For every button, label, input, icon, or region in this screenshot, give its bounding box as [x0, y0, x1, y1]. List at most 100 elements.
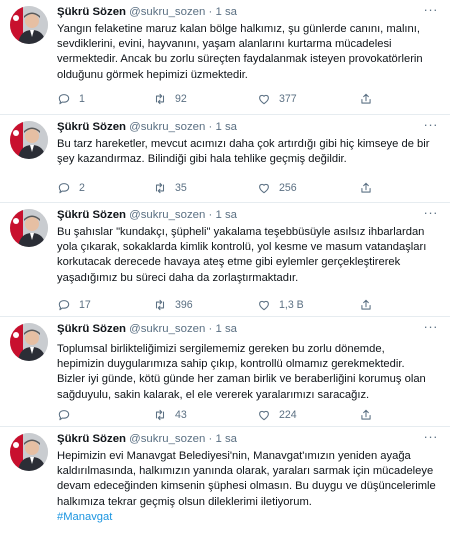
author-name[interactable]: Şükrü Sözen	[57, 209, 126, 221]
tweet-time[interactable]: 1 sa	[215, 323, 237, 335]
hashtag-link[interactable]: #Manavgat	[57, 510, 442, 525]
avatar[interactable]	[10, 121, 48, 159]
more-options-icon[interactable]: ···	[424, 205, 439, 220]
retweet-count: 35	[175, 182, 187, 194]
retweet-icon	[155, 409, 165, 421]
reply-icon	[58, 410, 70, 421]
tweet-actions: 43 224	[57, 407, 442, 423]
tweet-text-line: yaşadığımız bu süreci daha da zorlaştırm…	[57, 271, 299, 284]
tweet-time[interactable]: 1 sa	[215, 121, 237, 133]
avatar[interactable]	[10, 433, 48, 471]
tweet-text-line: Bu şahıslar "kundakçı, şüpheli" yakalama…	[57, 226, 425, 238]
tweet-actions: 17 396 1,3 B	[57, 297, 442, 313]
reply-count: 17	[79, 299, 91, 311]
author-name[interactable]: Şükrü Sözen	[57, 323, 126, 335]
tweet[interactable]: Şükrü Sözen @sukru_sozen · 1 sa ··· Yang…	[0, 0, 450, 115]
like-count: 224	[279, 409, 297, 421]
tweet[interactable]: Şükrü Sözen @sukru_sozen · 1 sa ··· Bu t…	[0, 115, 450, 203]
tweet-text: Hepimizin evi Manavgat Belediyesi'nin, M…	[57, 449, 442, 525]
retweet-button[interactable]: 396	[153, 297, 193, 313]
avatar[interactable]	[10, 6, 48, 44]
tweet-text-line: sevdiklerini, evini, hayvanını, yaşam al…	[57, 38, 392, 51]
tweet-time[interactable]: 1 sa	[215, 433, 237, 445]
share-icon	[361, 93, 371, 104]
tweet-time[interactable]: 1 sa	[215, 209, 237, 221]
share-button[interactable]	[359, 407, 373, 423]
author-handle[interactable]: @sukru_sozen	[129, 209, 205, 221]
retweet-button[interactable]: 43	[153, 407, 187, 423]
heart-icon	[259, 300, 269, 311]
reply-button[interactable]: 2	[57, 180, 85, 196]
tweet-header: Şükrü Sözen @sukru_sozen · 1 sa	[57, 323, 237, 335]
share-button[interactable]	[359, 297, 373, 313]
author-handle[interactable]: @sukru_sozen	[129, 121, 205, 133]
tweet-text-line: vermektedir. Ancak bu zorlu süreçten fay…	[57, 53, 423, 66]
tweet-text-line: Toplumsal birlikteliğimizi sergilememiz …	[57, 343, 385, 355]
share-icon	[361, 182, 371, 193]
reply-button[interactable]: 1	[57, 91, 85, 107]
retweet-button[interactable]: 35	[153, 180, 187, 196]
more-options-icon[interactable]: ···	[424, 429, 439, 444]
tweet[interactable]: Şükrü Sözen @sukru_sozen · 1 sa ··· Hepi…	[0, 427, 450, 551]
share-button[interactable]	[359, 180, 373, 196]
tweet-header: Şükrü Sözen @sukru_sozen · 1 sa	[57, 6, 237, 18]
tweet-text-line: sağduyulu, sakin kalarak, el ele vererek…	[57, 388, 370, 401]
like-button[interactable]: 224	[257, 407, 297, 423]
tweet-header: Şükrü Sözen @sukru_sozen · 1 sa	[57, 433, 237, 445]
share-icon	[361, 299, 371, 310]
tweet-text: Yangın felaketine maruz kalan bölge halk…	[57, 22, 442, 83]
tweet-text-line: Hepimizin evi Manavgat Belediyesi'nin, M…	[57, 450, 411, 462]
separator-dot: ·	[208, 209, 213, 221]
tweet-text-line: kaldırılmasında, halkımızın yanında olar…	[57, 465, 434, 478]
like-count: 1,3 B	[279, 299, 304, 311]
like-count: 377	[279, 93, 297, 105]
more-options-icon[interactable]: ···	[424, 2, 439, 17]
like-button[interactable]: 1,3 B	[257, 297, 304, 313]
tweet-header: Şükrü Sözen @sukru_sozen · 1 sa	[57, 121, 237, 133]
author-handle[interactable]: @sukru_sozen	[129, 323, 205, 335]
heart-icon	[259, 410, 269, 421]
tweet[interactable]: Şükrü Sözen @sukru_sozen · 1 sa ··· Topl…	[0, 317, 450, 427]
retweet-icon	[155, 182, 165, 194]
author-name[interactable]: Şükrü Sözen	[57, 121, 126, 133]
tweet-text-line: Bu tarz hareketler, mevcut acımızı daha …	[57, 138, 430, 150]
share-button[interactable]	[359, 91, 373, 107]
tweet-feed: Şükrü Sözen @sukru_sozen · 1 sa ··· Yang…	[0, 0, 450, 551]
retweet-icon	[155, 299, 165, 311]
like-button[interactable]: 256	[257, 180, 297, 196]
tweet-time[interactable]: 1 sa	[215, 6, 237, 18]
avatar[interactable]	[10, 209, 48, 247]
like-count: 256	[279, 182, 297, 194]
tweet-header: Şükrü Sözen @sukru_sozen · 1 sa	[57, 209, 237, 221]
tweet-text-line: olduğunu görmek hepimizi üzmektedir.	[57, 68, 248, 81]
more-options-icon[interactable]: ···	[424, 319, 439, 334]
retweet-count: 396	[175, 299, 193, 311]
retweet-button[interactable]: 92	[153, 91, 187, 107]
like-button[interactable]: 377	[257, 91, 297, 107]
tweet-text-line: yola çıkarak, sokaklarda kimlik kontrolü…	[57, 241, 427, 254]
avatar[interactable]	[10, 323, 48, 361]
author-handle[interactable]: @sukru_sozen	[129, 433, 205, 445]
retweet-icon	[155, 93, 165, 105]
author-name[interactable]: Şükrü Sözen	[57, 6, 126, 18]
retweet-count: 43	[175, 409, 187, 421]
author-handle[interactable]: @sukru_sozen	[129, 6, 205, 18]
reply-icon	[58, 94, 70, 105]
tweet-text-line: hepimizin duygularımıza sahip çıkıp, kon…	[57, 358, 405, 371]
tweet-text: Bu tarz hareketler, mevcut acımızı daha …	[57, 137, 442, 167]
tweet-text: Toplumsal birlikteliğimizi sergilememiz …	[57, 342, 442, 403]
separator-dot: ·	[208, 433, 213, 445]
retweet-count: 92	[175, 93, 187, 105]
author-name[interactable]: Şükrü Sözen	[57, 433, 126, 445]
reply-count: 1	[79, 93, 85, 105]
separator-dot: ·	[208, 323, 213, 335]
heart-icon	[259, 183, 269, 194]
reply-button[interactable]	[57, 407, 79, 423]
tweet-text-line: halkımıza tekrar geçmiş olsun dileklerim…	[57, 495, 312, 508]
share-icon	[361, 409, 371, 420]
tweet[interactable]: Şükrü Sözen @sukru_sozen · 1 sa ··· Bu ş…	[0, 203, 450, 317]
more-options-icon[interactable]: ···	[424, 117, 439, 132]
tweet-text: Bu şahıslar "kundakçı, şüpheli" yakalama…	[57, 225, 442, 286]
reply-button[interactable]: 17	[57, 297, 91, 313]
tweet-text-line: devam edeceğinden kimsenin şüphesi olmas…	[57, 480, 436, 493]
